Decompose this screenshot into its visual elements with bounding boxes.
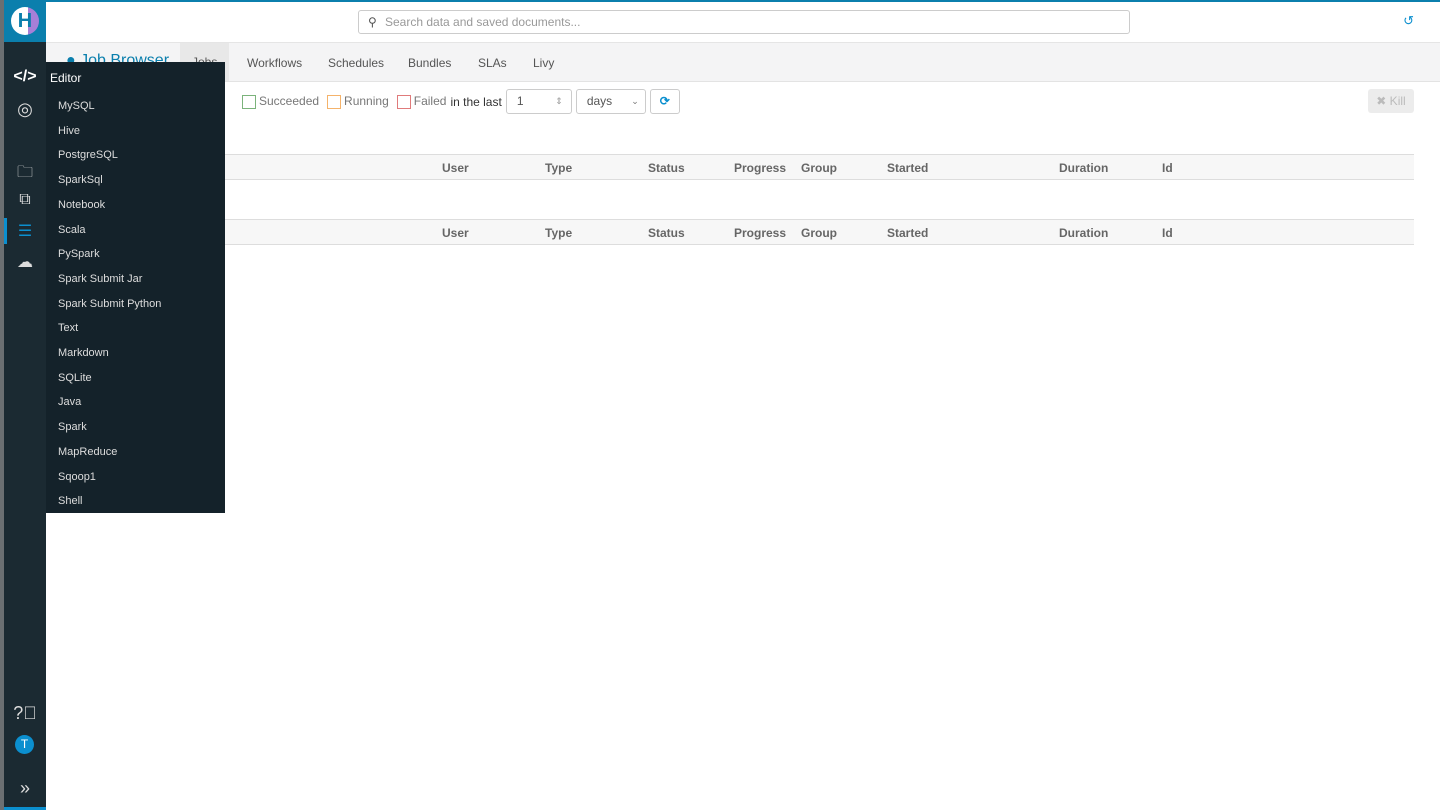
app-subnav: ● Job Browser Jobs Workflows Schedules B… [46, 43, 1440, 82]
menu-item-spark-submit-jar[interactable]: Spark Submit Jar [58, 273, 142, 285]
menu-item-spark[interactable]: Spark [58, 421, 87, 433]
folder-icon[interactable]: 🗀 [4, 161, 46, 188]
col-duration[interactable]: Duration [1059, 161, 1108, 175]
search-placeholder: Search data and saved documents... [385, 15, 581, 29]
filter-running[interactable]: Running [327, 94, 389, 109]
col-started[interactable]: Started [887, 226, 928, 240]
job-browser-icon[interactable]: ☰ [4, 221, 46, 241]
menu-item-mysql[interactable]: MySQL [58, 100, 95, 112]
filter-failed[interactable]: Failed [396, 94, 446, 109]
help-icon[interactable]: ?⃝ [4, 703, 46, 724]
cloud-upload-icon[interactable]: ☁ [4, 252, 46, 272]
col-user[interactable]: User [442, 226, 469, 240]
menu-item-hive[interactable]: Hive [58, 125, 80, 137]
col-status[interactable]: Status [648, 161, 685, 175]
search-input[interactable]: ⚲ Search data and saved documents... [358, 10, 1130, 34]
job-filters: Succeeded Running Failed in the last 1 ⇕ … [222, 89, 680, 114]
menu-item-java[interactable]: Java [58, 396, 81, 408]
hue-logo[interactable]: H [4, 0, 46, 42]
time-amount-input[interactable]: 1 ⇕ [505, 89, 572, 114]
tab-bundles[interactable]: Bundles [408, 56, 451, 70]
col-id[interactable]: Id [1162, 226, 1173, 240]
left-sidebar: H </> ◎ 🗀 ⧉ ☰ ☁ ?⃝ T » [4, 0, 46, 810]
expand-sidebar-icon[interactable]: » [4, 778, 46, 799]
search-icon: ⚲ [368, 15, 377, 29]
kill-button[interactable]: ✖ Kill [1368, 89, 1414, 113]
filter-succeeded[interactable]: Succeeded [242, 94, 319, 109]
menu-item-notebook[interactable]: Notebook [58, 199, 105, 211]
tab-slas[interactable]: SLAs [478, 56, 507, 70]
history-icon[interactable]: ↺ [1403, 13, 1414, 29]
col-duration[interactable]: Duration [1059, 226, 1108, 240]
col-group[interactable]: Group [801, 161, 837, 175]
menu-item-markdown[interactable]: Markdown [58, 347, 109, 359]
col-status[interactable]: Status [648, 226, 685, 240]
tab-workflows[interactable]: Workflows [247, 56, 302, 70]
time-unit-select[interactable]: days ⌄ [575, 89, 646, 114]
col-progress[interactable]: Progress [734, 161, 786, 175]
menu-item-sqlite[interactable]: SQLite [58, 372, 92, 384]
menu-item-scala[interactable]: Scala [58, 224, 86, 236]
completed-jobs-header: User Type Status Progress Group Started … [225, 219, 1414, 245]
menu-item-sparksql[interactable]: SparkSql [58, 174, 103, 186]
editor-flyout-menu: Editor MySQL Hive PostgreSQL SparkSql Notebo… [46, 62, 225, 513]
editor-code-icon[interactable]: </> [4, 68, 46, 86]
documents-icon[interactable]: ⧉ [4, 191, 46, 209]
refresh-button[interactable]: ⟳ [649, 89, 680, 114]
menu-item-shell[interactable]: Shell [58, 495, 82, 507]
col-id[interactable]: Id [1162, 161, 1173, 175]
menu-item-pyspark[interactable]: PySpark [58, 248, 100, 260]
col-type[interactable]: Type [545, 161, 572, 175]
menu-item-postgresql[interactable]: PostgreSQL [58, 149, 118, 161]
menu-item-text[interactable]: Text [58, 322, 78, 334]
col-progress[interactable]: Progress [734, 226, 786, 240]
col-type[interactable]: Type [545, 226, 572, 240]
running-jobs-header: User Type Status Progress Group Started … [225, 154, 1414, 180]
col-user[interactable]: User [442, 161, 469, 175]
menu-item-mapreduce[interactable]: MapReduce [58, 446, 117, 458]
col-group[interactable]: Group [801, 226, 837, 240]
user-avatar[interactable]: T [15, 735, 34, 754]
menu-item-sqoop1[interactable]: Sqoop1 [58, 471, 96, 483]
col-started[interactable]: Started [887, 161, 928, 175]
in-the-last-label: in the last [450, 94, 502, 109]
top-bar: ⚲ Search data and saved documents... ↺ [46, 0, 1440, 43]
tab-livy[interactable]: Livy [533, 56, 554, 70]
dashboard-icon[interactable]: ◎ [4, 99, 46, 120]
tab-schedules[interactable]: Schedules [328, 56, 384, 70]
menu-header-editor[interactable]: Editor [50, 71, 81, 85]
menu-item-spark-submit-python[interactable]: Spark Submit Python [58, 298, 161, 310]
